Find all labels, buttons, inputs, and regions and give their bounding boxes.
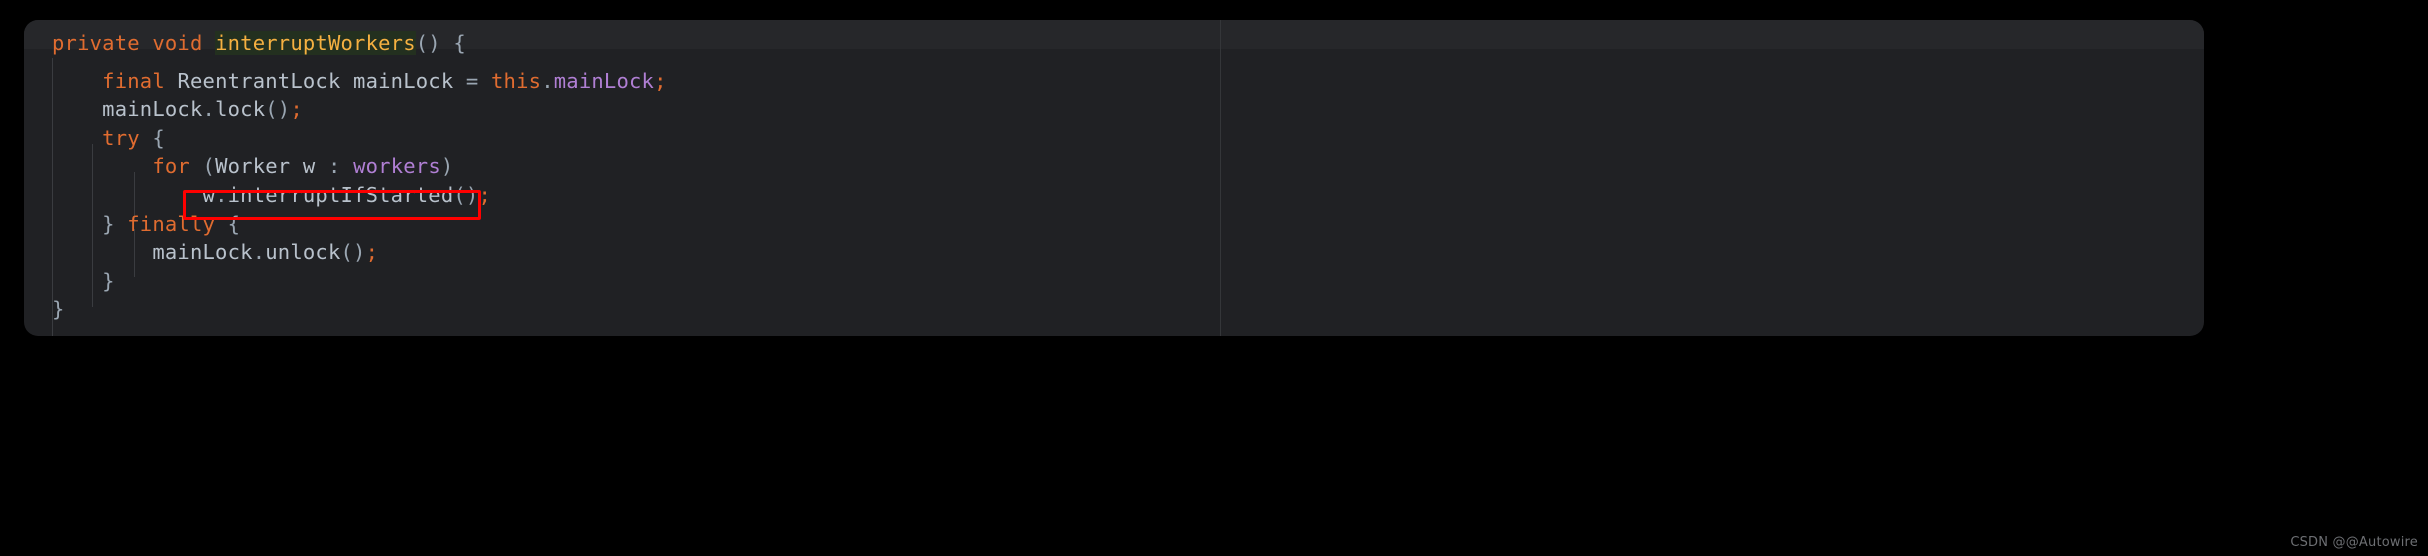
code-token: Worker — [215, 154, 291, 179]
code-line[interactable]: private void interruptWorkers() { — [24, 20, 667, 67]
code-token: mainLock — [102, 97, 203, 122]
code-token: . — [541, 68, 554, 93]
code-token: ; — [654, 68, 667, 93]
watermark-text: CSDN @@Autowire — [2290, 535, 2418, 550]
code-token: try — [102, 125, 140, 150]
code-line[interactable]: try { — [24, 124, 667, 153]
code-token: ReentrantLock — [177, 68, 341, 93]
code-token: . — [215, 182, 228, 207]
code-token: () — [265, 97, 291, 122]
code-token: } — [52, 297, 65, 322]
code-token: = — [465, 68, 479, 93]
code-token: () — [453, 182, 479, 207]
code-token: lock — [215, 97, 266, 122]
code-token: final — [102, 68, 165, 93]
code-line[interactable]: final ReentrantLock mainLock = this.main… — [24, 67, 667, 96]
code-line[interactable]: } finally { — [24, 210, 667, 239]
code-token: unlock — [265, 240, 341, 265]
code-token: . — [202, 97, 216, 122]
code-token: () — [415, 31, 441, 55]
code-token: ; — [290, 97, 303, 122]
code-token: . — [252, 240, 266, 265]
code-token: mainLock — [353, 68, 454, 93]
code-token: for — [152, 154, 190, 179]
code-token: this — [491, 68, 542, 93]
code-token: finally — [127, 211, 216, 236]
code-line-list[interactable]: private void interruptWorkers() { final … — [24, 20, 667, 324]
code-token: workers — [353, 154, 441, 179]
code-token: () — [340, 240, 366, 265]
code-line[interactable]: for (Worker w : workers) — [24, 152, 667, 181]
code-token: } — [102, 211, 115, 236]
code-token: { — [227, 211, 241, 236]
code-token: : — [327, 154, 341, 179]
code-token: { — [152, 125, 165, 150]
code-token: ( — [202, 154, 216, 179]
code-token: mainLock — [152, 240, 253, 265]
code-token: ; — [365, 240, 379, 265]
code-token: w — [202, 182, 216, 207]
code-token: { — [453, 31, 466, 55]
code-token: private — [52, 31, 140, 55]
code-line[interactable]: } — [24, 267, 667, 296]
code-line[interactable]: mainLock.unlock(); — [24, 238, 667, 267]
code-token: ; — [478, 182, 492, 207]
code-token: } — [102, 268, 115, 293]
code-token: ) — [440, 154, 454, 179]
code-token: mainLock — [553, 68, 655, 93]
code-line[interactable]: mainLock.lock(); — [24, 95, 667, 124]
code-line[interactable]: w.interruptIfStarted(); — [24, 181, 667, 210]
code-editor-card: private void interruptWorkers() { final … — [24, 20, 2204, 336]
editor-vertical-ruler — [1220, 20, 1221, 336]
code-token: interruptIfStarted — [227, 182, 454, 207]
code-token: interruptWorkers — [215, 31, 416, 55]
code-token: void — [152, 31, 203, 55]
screenshot-root: private void interruptWorkers() { final … — [0, 0, 2428, 556]
code-line[interactable]: } — [24, 295, 667, 324]
code-token: w — [302, 154, 316, 179]
